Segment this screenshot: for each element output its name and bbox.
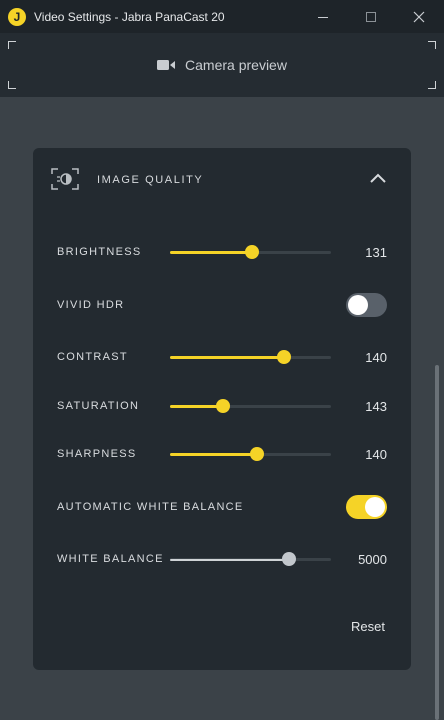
contrast-value: 140 [365,350,387,365]
toggle-knob [348,295,368,315]
slider-fill [170,356,285,359]
window-title: Video Settings - Jabra PanaCast 20 [34,9,225,24]
vivid-hdr-label: VIVID HDR [57,299,125,311]
jabra-logo-icon: J [8,7,26,26]
camera-preview-label: Camera preview [185,57,287,73]
vivid-hdr-toggle[interactable] [346,293,387,317]
contrast-slider[interactable] [170,342,331,372]
auto-white-balance-toggle[interactable] [346,495,387,519]
reset-button[interactable]: Reset [351,619,385,634]
minimize-icon [318,16,328,18]
section-title: IMAGE QUALITY [97,174,204,186]
contrast-row: CONTRAST 140 [33,342,411,372]
brightness-row: BRIGHTNESS 131 [33,237,411,267]
slider-thumb[interactable] [277,350,292,364]
scrollbar-thumb[interactable] [435,365,439,720]
sharpness-value: 140 [365,447,387,462]
brightness-label: BRIGHTNESS [57,246,142,258]
slider-fill [170,251,253,254]
slider-fill [170,559,290,561]
slider-fill [170,453,257,456]
maximize-icon [366,11,376,22]
image-quality-icon [51,168,79,190]
close-button[interactable] [396,0,442,33]
video-camera-icon [157,60,176,70]
sharpness-label: SHARPNESS [57,448,137,460]
brightness-slider[interactable] [170,237,331,267]
slider-thumb[interactable] [245,245,260,259]
image-quality-panel: IMAGE QUALITY BRIGHTNESS 131 VIVID HDR C… [33,148,411,670]
sharpness-row: SHARPNESS 140 [33,439,411,469]
minimize-button[interactable] [300,0,346,33]
auto-white-balance-row: AUTOMATIC WHITE BALANCE [33,492,411,522]
contrast-label: CONTRAST [57,351,128,363]
sharpness-slider[interactable] [170,439,331,469]
white-balance-row: WHITE BALANCE 5000 [33,544,411,574]
vivid-hdr-row: VIVID HDR [33,290,411,320]
brightness-value: 131 [365,245,387,260]
maximize-button[interactable] [348,0,394,33]
title-bar: J Video Settings - Jabra PanaCast 20 [0,0,444,33]
slider-thumb[interactable] [216,399,231,413]
auto-white-balance-label: AUTOMATIC WHITE BALANCE [57,501,244,513]
close-icon [413,11,425,22]
white-balance-value: 5000 [358,552,387,567]
image-quality-header[interactable]: IMAGE QUALITY [33,148,411,214]
white-balance-slider[interactable] [170,544,331,574]
camera-preview[interactable]: Camera preview [0,33,444,97]
white-balance-label: WHITE BALANCE [57,553,164,565]
slider-thumb[interactable] [282,552,297,566]
chevron-up-icon[interactable] [369,172,387,184]
saturation-value: 143 [365,399,387,414]
saturation-row: SATURATION 143 [33,391,411,421]
toggle-knob [365,497,385,517]
saturation-slider[interactable] [170,391,331,421]
saturation-label: SATURATION [57,400,140,412]
slider-thumb[interactable] [249,447,264,461]
